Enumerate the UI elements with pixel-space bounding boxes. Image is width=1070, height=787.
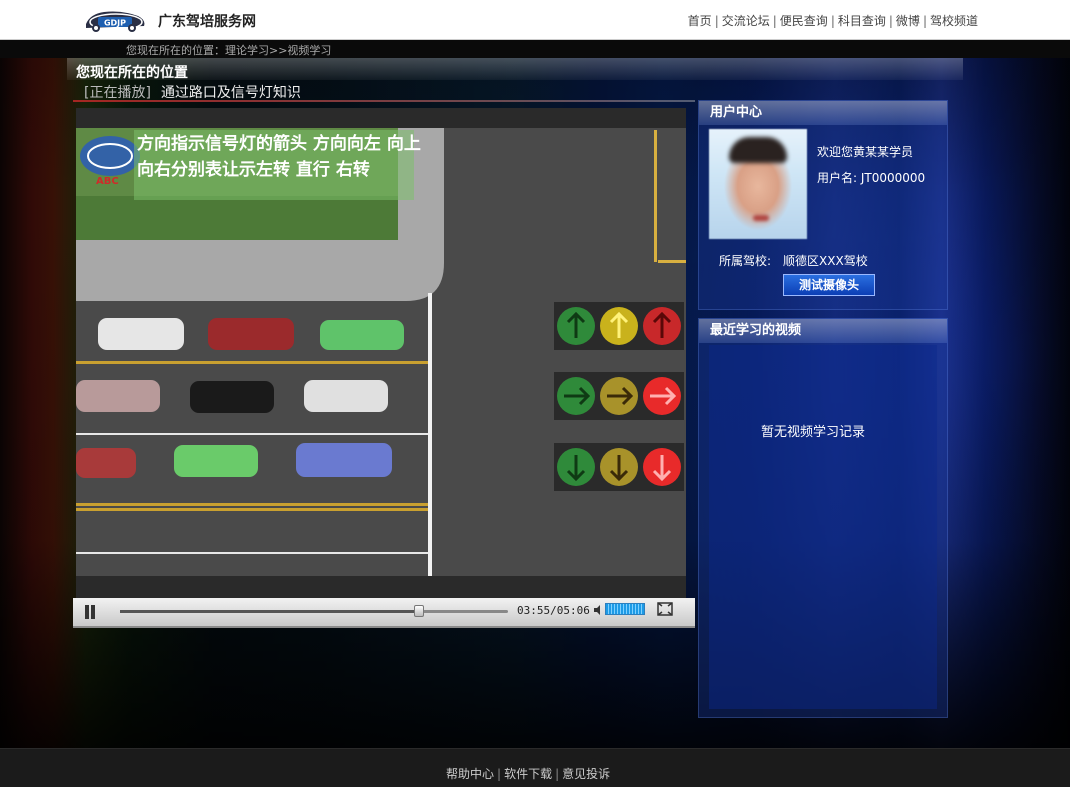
- traffic-light-row-2: [554, 372, 684, 420]
- recent-videos-panel: 最近学习的视频 暂无视频学习记录: [698, 318, 948, 718]
- footer-links: 帮助中心 | 软件下载 | 意见投诉: [446, 767, 611, 781]
- empty-message: 暂无视频学习记录: [761, 425, 866, 440]
- seek-thumb[interactable]: [413, 605, 424, 617]
- footer-feedback[interactable]: 意见投诉: [562, 767, 610, 781]
- volume-slider[interactable]: [605, 603, 645, 615]
- school-label: 所属驾校:: [719, 254, 772, 268]
- site-logo[interactable]: GDJP: [82, 6, 148, 34]
- breadcrumb: 您现在所在的位置：理论学习>>视频学习: [126, 44, 332, 57]
- now-playing-tag: [正在播放]: [84, 85, 151, 101]
- cars: [76, 318, 404, 478]
- footer-download[interactable]: 软件下载: [504, 767, 552, 781]
- recent-videos-list: 暂无视频学习记录: [709, 345, 937, 709]
- welcome-text: 欢迎您黄某某学员: [817, 145, 914, 159]
- site-header: GDJP 广东驾培服务网 首页 | 交流论坛 | 便民查询 | 科目查询 | 微博 | 驾校频道: [0, 0, 1070, 40]
- recent-videos-title: 最近学习的视频: [699, 319, 947, 343]
- school-info: 所属驾校: 顺德区XXX驾校: [719, 252, 868, 269]
- seek-bar[interactable]: [120, 605, 508, 617]
- pause-button[interactable]: [83, 605, 97, 619]
- location-bar: [67, 58, 963, 80]
- nav-subject-query[interactable]: 科目查询: [838, 14, 886, 28]
- seek-fill: [120, 610, 419, 613]
- now-playing-title: 通过路口及信号灯知识: [160, 85, 301, 101]
- volume-icon[interactable]: [593, 604, 605, 616]
- fullscreen-icon[interactable]: [657, 602, 673, 616]
- traffic-light-row-3: [554, 443, 684, 491]
- divider: [73, 100, 695, 102]
- nav-convenience-query[interactable]: 便民查询: [780, 14, 828, 28]
- watermark-text: ABC: [96, 176, 119, 187]
- now-playing: [正在播放] 通过路口及信号灯知识: [84, 82, 301, 102]
- site-name: 广东驾培服务网: [158, 14, 256, 30]
- time-display: 03:55/05:06: [517, 604, 590, 617]
- test-camera-button[interactable]: 测试摄像头: [783, 274, 875, 296]
- avatar: [709, 129, 807, 239]
- traffic-light-row-1: [554, 302, 684, 350]
- nav-home[interactable]: 首页: [688, 14, 712, 28]
- user-center-title: 用户中心: [699, 101, 947, 125]
- top-nav: 首页 | 交流论坛 | 便民查询 | 科目查询 | 微博 | 驾校频道: [687, 14, 978, 28]
- school-value: 顺德区XXX驾校: [783, 254, 868, 268]
- breadcrumb-bar: 您现在所在的位置：理论学习>>视频学习: [0, 40, 1070, 58]
- user-center-panel: 用户中心 欢迎您黄某某学员 用户名: JT0000000 所属驾校: 顺德区XXX…: [698, 100, 948, 310]
- footer: 帮助中心 | 软件下载 | 意见投诉: [0, 748, 1070, 787]
- nav-weibo[interactable]: 微博: [896, 14, 920, 28]
- nav-forum[interactable]: 交流论坛: [722, 14, 770, 28]
- username: 用户名: JT0000000: [817, 171, 926, 185]
- video-controls: 03:55/05:06: [73, 598, 695, 628]
- footer-help[interactable]: 帮助中心: [446, 767, 494, 781]
- nav-driving-school[interactable]: 驾校频道: [930, 14, 978, 28]
- video-caption: 方向指示信号灯的箭头 方向向左 向上 向右分别表让示左转 直行 右转: [137, 134, 421, 180]
- location-title: 您现在所在的位置: [76, 65, 188, 81]
- logo-text: GDJP: [104, 19, 126, 28]
